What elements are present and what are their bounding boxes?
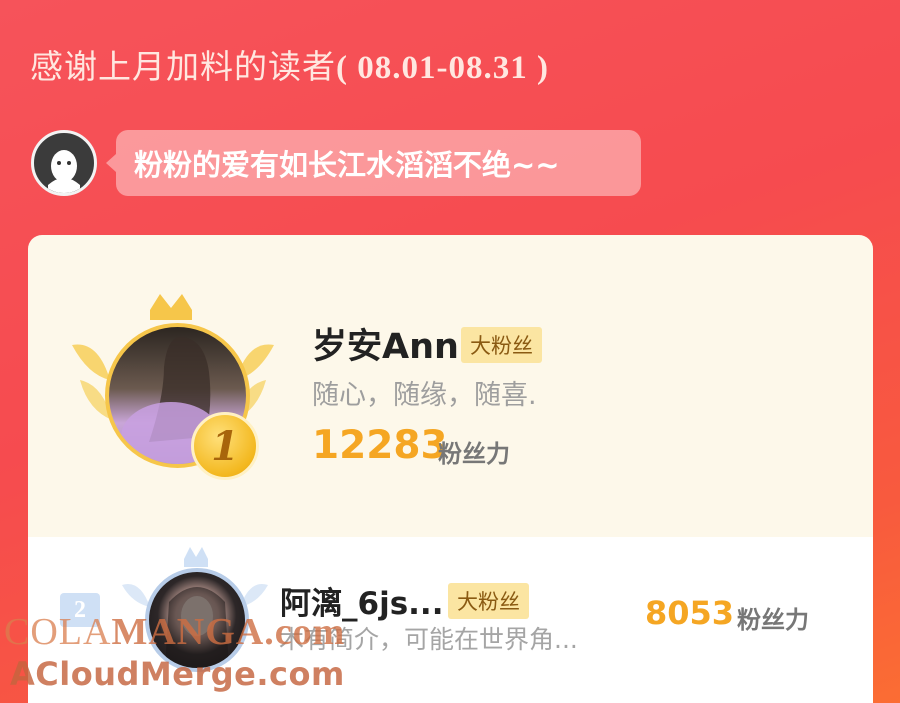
fan-power-score-rank-2: 8053	[645, 594, 735, 632]
user-bio-rank-1: 随心，随缘，随喜.	[312, 380, 537, 411]
fan-level-badge: 大粉丝	[461, 327, 542, 363]
ghost-avatar	[31, 130, 97, 196]
fan-power-unit: 粉丝力	[438, 440, 510, 468]
watermark-acloudmerge: ACloudMerge.com	[10, 655, 345, 693]
watermark-part: MANGA	[111, 611, 265, 653]
watermark-part: .com	[264, 611, 346, 653]
message-bubble: 粉粉的爱有如长江水滔滔不绝~~	[106, 130, 641, 196]
fan-power-unit: 粉丝力	[737, 606, 809, 634]
page-title: 感谢上月加料的读者( 08.01-08.31 )	[30, 40, 549, 88]
ghost-icon	[48, 150, 80, 193]
watermark-part: COLA	[4, 611, 112, 653]
fan-level-badge: 大粉丝	[448, 583, 529, 619]
rank-1-medal: 1	[191, 412, 259, 480]
date-range: ( 08.01-08.31 )	[336, 50, 549, 86]
fan-power-score-rank-1: 12283	[312, 423, 448, 468]
message-text: 粉粉的爱有如长江水滔滔不绝~~	[134, 148, 560, 182]
page-title-text: 感谢上月加料的读者	[30, 47, 336, 86]
user-name-rank-1[interactable]: 岁安Ann	[312, 318, 459, 369]
watermark-colamanga: COLAMANGA.com	[4, 610, 345, 654]
